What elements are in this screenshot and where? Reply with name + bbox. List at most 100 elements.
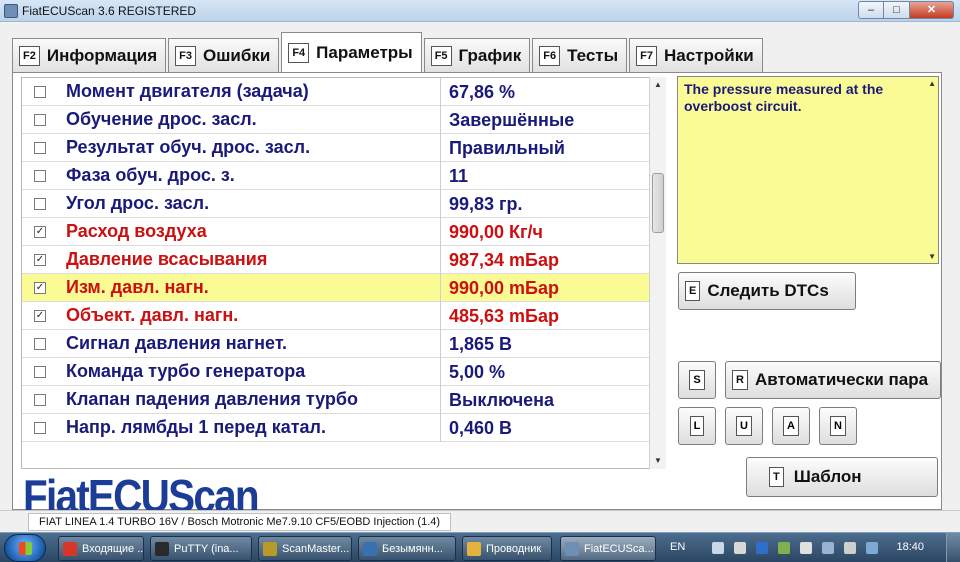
n-button[interactable]: N [819, 407, 857, 445]
taskbar-item[interactable]: ScanMaster... [258, 536, 352, 561]
scroll-up-arrow-icon[interactable]: ▲ [650, 77, 666, 93]
taskbar-item[interactable]: Входящие ... [58, 536, 144, 561]
table-scrollbar[interactable]: ▲ ▼ [649, 77, 666, 469]
status-bar: FIAT LINEA 1.4 TURBO 16V / Bosch Motroni… [0, 510, 960, 532]
parameter-description: The pressure measured at the overboost c… [684, 81, 884, 114]
key-badge: R [732, 370, 748, 390]
monitor-icon[interactable] [800, 542, 812, 554]
start-button[interactable] [4, 534, 46, 562]
parameter-checkbox[interactable] [34, 337, 46, 350]
fkey-badge: F3 [175, 45, 196, 66]
parameter-name: Расход воздуха [66, 221, 207, 241]
s-button[interactable]: S [678, 361, 716, 399]
parameter-checkbox[interactable] [34, 113, 46, 126]
taskbar-item[interactable]: FiatECUSca... [560, 536, 656, 561]
maximize-button[interactable]: □ [884, 1, 910, 19]
bluetooth-icon[interactable] [756, 542, 768, 554]
scroll-thumb[interactable] [652, 173, 664, 233]
tab-parameters[interactable]: F4 Параметры [281, 32, 422, 72]
l-button[interactable]: L [678, 407, 716, 445]
parameter-name: Напр. лямбды 1 перед катал. [66, 417, 326, 437]
taskbar-item-label: ScanMaster... [282, 542, 350, 555]
parameter-checkbox[interactable] [34, 421, 46, 434]
skype-icon[interactable] [734, 542, 746, 554]
tab-label: Настройки [663, 45, 754, 65]
table-row[interactable]: ✓ Объект. давл. нагн. 485,63 mБар [22, 302, 660, 330]
table-row[interactable]: Угол дрос. засл. 99,83 гр. [22, 190, 660, 218]
close-button[interactable]: ✕ [910, 1, 954, 19]
parameter-value: 5,00 % [440, 358, 505, 386]
tab-graph[interactable]: F5 График [423, 38, 531, 72]
app-icon [4, 4, 18, 18]
parameters-table: Момент двигателя (задача) 67,86 % Обучение… [21, 77, 661, 469]
parameter-checkbox[interactable] [34, 393, 46, 406]
a-button[interactable]: A [772, 407, 810, 445]
scroll-down-arrow-icon[interactable]: ▼ [928, 252, 936, 261]
language-indicator[interactable]: EN [670, 541, 685, 553]
app-icon [263, 541, 277, 556]
scroll-up-arrow-icon[interactable]: ▲ [928, 79, 936, 88]
table-row[interactable]: Результат обуч. дрос. засл. Правильный [22, 134, 660, 162]
table-row[interactable]: ✓ Изм. давл. нагн. 990,00 mБар [22, 274, 660, 302]
key-badge: A [783, 416, 799, 436]
table-row[interactable]: Фаза обуч. дрос. з. 11 [22, 162, 660, 190]
parameter-value: Завершённые [440, 106, 574, 134]
tab-tests[interactable]: F6 Тесты [532, 38, 628, 72]
parameter-name: Объект. давл. нагн. [66, 305, 239, 325]
display-icon[interactable] [866, 542, 878, 554]
tab-bar: F2 Информация F3 Ошибки F4 Параметры F5 … [12, 32, 765, 72]
parameter-value: 67,86 % [440, 78, 515, 106]
table-row[interactable]: Обучение дрос. засл. Завершённые [22, 106, 660, 134]
taskbar: Входящие ... PuTTY (ina... ScanMaster... Бе… [0, 532, 960, 562]
taskbar-item[interactable]: Безымянн... [358, 536, 456, 561]
network-icon[interactable] [712, 542, 724, 554]
parameter-checkbox[interactable] [34, 85, 46, 98]
tab-settings[interactable]: F7 Настройки [629, 38, 763, 72]
parameter-value: Выключена [440, 386, 554, 414]
tab-label: График [458, 45, 522, 65]
table-row[interactable]: ✓ Расход воздуха 990,00 Кг/ч [22, 218, 660, 246]
key-badge: N [830, 416, 846, 436]
scroll-down-arrow-icon[interactable]: ▼ [650, 453, 666, 469]
app-tray-icon[interactable] [778, 542, 790, 554]
minimize-button[interactable]: – [858, 1, 884, 19]
table-row[interactable]: ✓ Давление всасывания 987,34 mБар [22, 246, 660, 274]
clock[interactable]: 18:40 [896, 541, 924, 553]
fkey-badge: F7 [636, 45, 657, 66]
tab-information[interactable]: F2 Информация [12, 38, 167, 72]
follow-dtcs-button[interactable]: E Следить DTCs [678, 272, 856, 310]
parameter-checkbox[interactable]: ✓ [34, 253, 46, 266]
system-tray: EN 18:40 [660, 533, 960, 562]
parameter-checkbox[interactable] [34, 197, 46, 210]
parameter-checkbox[interactable]: ✓ [34, 309, 46, 322]
parameter-value: 1,865 В [440, 330, 512, 358]
u-button[interactable]: U [725, 407, 763, 445]
button-label: Следить DTCs [707, 281, 829, 300]
parameter-checkbox[interactable] [34, 365, 46, 378]
taskbar-item[interactable]: Проводник [462, 536, 552, 561]
auto-parameters-button[interactable]: R Автоматически пара [725, 361, 941, 399]
taskbar-item-label: Проводник [486, 542, 542, 555]
table-row[interactable]: Клапан падения давления турбо Выключена [22, 386, 660, 414]
volume-icon[interactable] [844, 542, 856, 554]
fkey-badge: F4 [288, 42, 310, 63]
parameter-checkbox[interactable] [34, 141, 46, 154]
taskbar-item-label: PuTTY (ina... [174, 542, 239, 555]
flag-icon[interactable] [822, 542, 834, 554]
parameter-checkbox[interactable]: ✓ [34, 281, 46, 294]
windows-logo-icon [19, 542, 32, 555]
parameter-value: 485,63 mБар [440, 302, 559, 330]
app-icon [155, 541, 169, 556]
parameter-checkbox[interactable] [34, 169, 46, 182]
tab-errors[interactable]: F3 Ошибки [168, 38, 280, 72]
parameter-name: Клапан падения давления турбо [66, 389, 359, 409]
table-row[interactable]: Момент двигателя (задача) 67,86 % [22, 78, 660, 106]
taskbar-item[interactable]: PuTTY (ina... [150, 536, 252, 561]
template-button[interactable]: T Шаблон [746, 457, 938, 497]
table-row[interactable]: Сигнал давления нагнет. 1,865 В [22, 330, 660, 358]
app-icon [565, 541, 579, 556]
table-row[interactable]: Команда турбо генератора 5,00 % [22, 358, 660, 386]
parameter-checkbox[interactable]: ✓ [34, 225, 46, 238]
table-row[interactable]: Напр. лямбды 1 перед катал. 0,460 В [22, 414, 660, 442]
show-desktop-button[interactable] [946, 533, 960, 562]
